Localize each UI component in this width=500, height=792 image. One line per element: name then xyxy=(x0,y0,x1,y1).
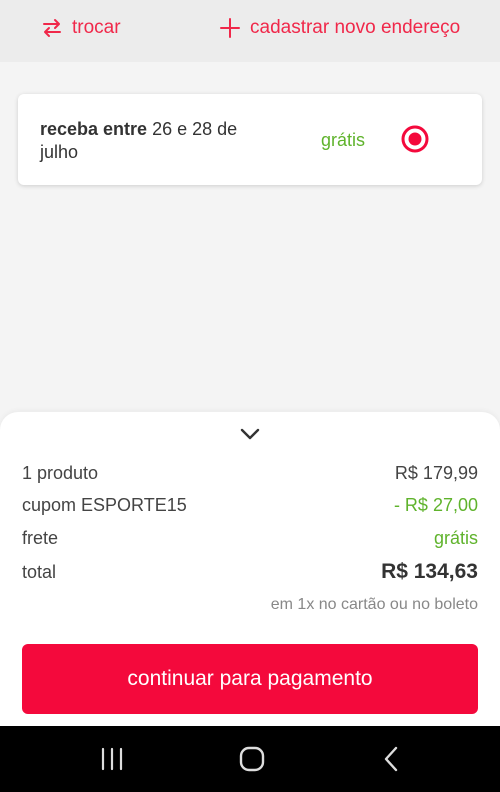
total-value: R$ 134,63 xyxy=(381,560,478,583)
address-actions-bar: trocar cadastrar novo endereço xyxy=(0,0,500,62)
delivery-option-text: receba entre 26 e 28 de julho xyxy=(40,118,280,164)
swap-arrows-icon xyxy=(42,18,62,38)
summary-row-products: 1 produto R$ 179,99 xyxy=(22,463,478,489)
plus-icon xyxy=(220,18,240,38)
payment-note: em 1x no cartão ou no boleto xyxy=(270,596,478,613)
add-address-label: cadastrar novo endereço xyxy=(250,17,461,38)
delivery-option-card[interactable]: receba entre 26 e 28 de julho grátis xyxy=(18,94,482,185)
delivery-option-price: grátis xyxy=(321,130,366,150)
continue-to-payment-button[interactable]: continuar para pagamento xyxy=(22,644,478,714)
summary-row-shipping: frete grátis xyxy=(22,528,478,554)
recents-icon[interactable] xyxy=(99,746,125,772)
products-value: R$ 179,99 xyxy=(394,463,478,483)
summary-row-coupon: cupom ESPORTE15 - R$ 27,00 xyxy=(22,495,478,521)
summary-row-total: total R$ 134,63 xyxy=(22,560,478,588)
chevron-down-icon[interactable] xyxy=(238,426,262,442)
coupon-label: cupom ESPORTE15 xyxy=(22,495,187,515)
swap-address-button[interactable]: trocar xyxy=(42,14,121,42)
products-label: 1 produto xyxy=(22,463,99,483)
radio-selected-icon[interactable] xyxy=(401,125,429,153)
swap-address-label: trocar xyxy=(72,17,121,38)
order-summary-sheet: 1 produto R$ 179,99 cupom ESPORTE15 - R$… xyxy=(0,412,500,726)
system-navigation-bar xyxy=(0,726,500,792)
back-icon[interactable] xyxy=(379,746,405,772)
add-address-button[interactable]: cadastrar novo endereço xyxy=(220,14,460,42)
coupon-value: - R$ 27,00 xyxy=(393,495,478,515)
shipping-label: frete xyxy=(22,528,59,548)
total-label: total xyxy=(22,562,57,582)
shipping-value: grátis xyxy=(433,528,478,548)
delivery-option-prefix: receba entre xyxy=(40,119,148,139)
home-icon[interactable] xyxy=(239,746,265,772)
